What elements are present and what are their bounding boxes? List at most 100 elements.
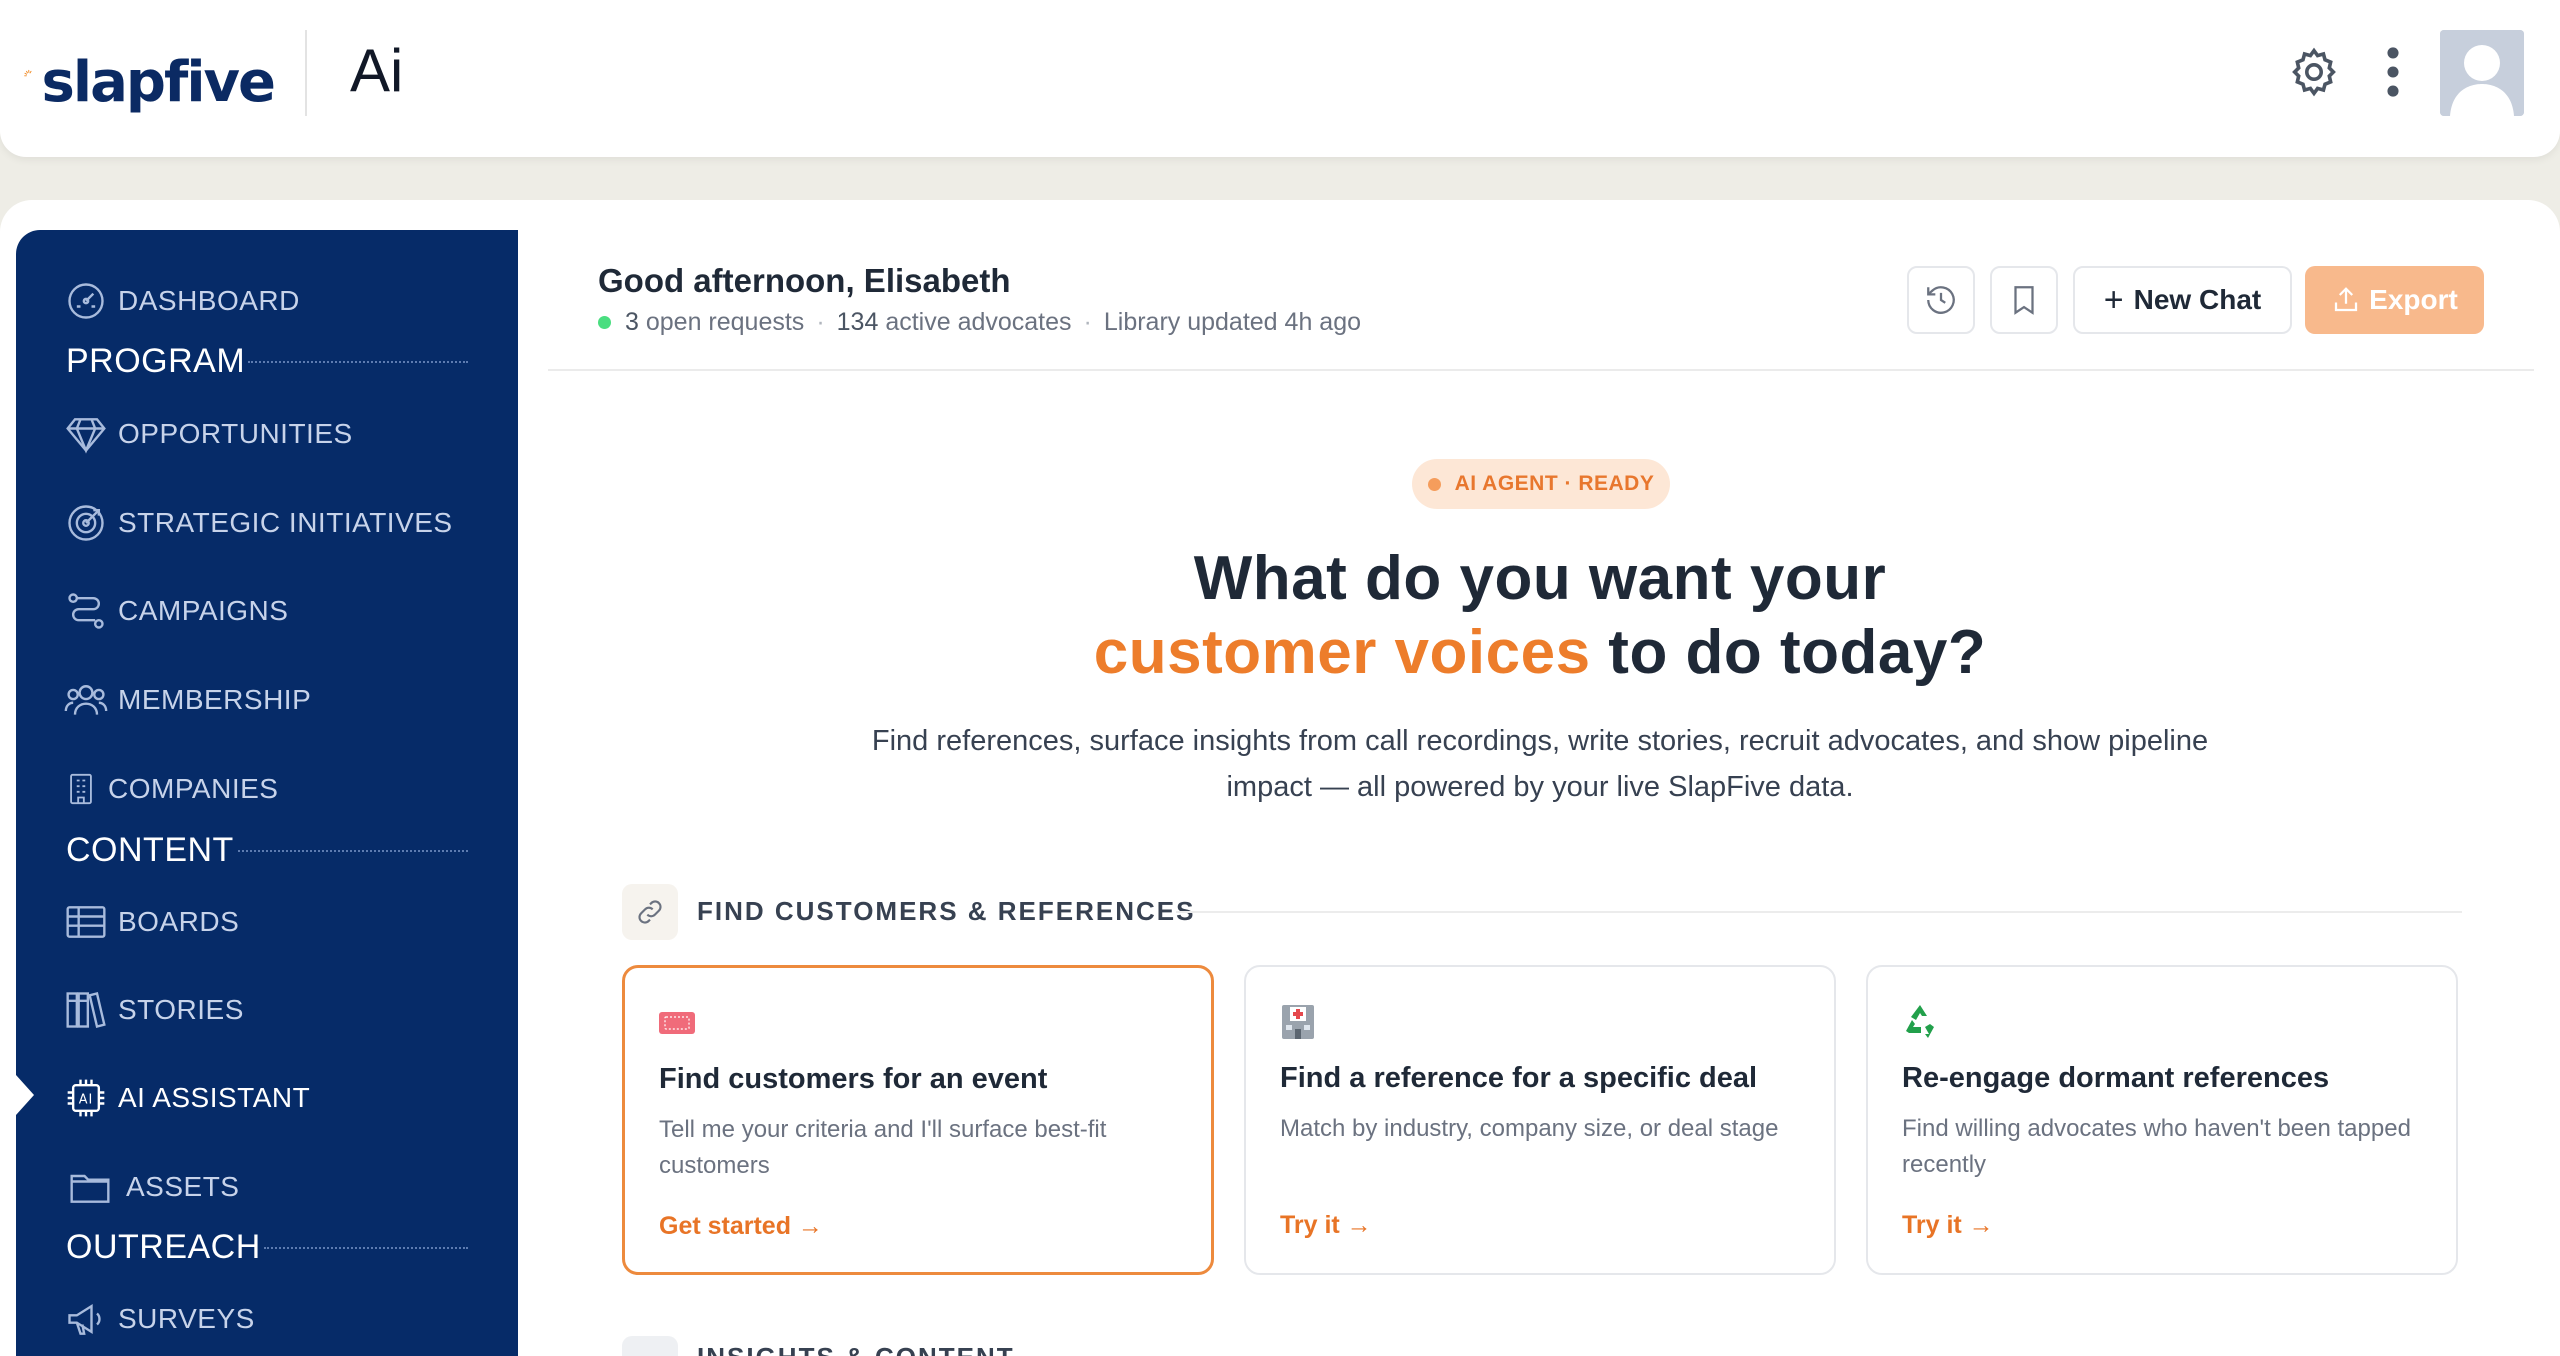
sidebar-item-dashboard[interactable]: DASHBOARD: [64, 273, 300, 329]
hero-title-line2: customer voices to do today?: [700, 616, 2380, 690]
sidebar-item-ai-assistant[interactable]: AI AI ASSISTANT: [64, 1070, 310, 1126]
section-title: FIND CUSTOMERS & REFERENCES: [697, 896, 1196, 926]
sidebar-item-label: CAMPAIGNS: [118, 595, 289, 626]
table-icon: [66, 906, 106, 938]
card-description: Find willing advocates who haven't been …: [1902, 1115, 2411, 1178]
sidebar-item-label: STRATEGIC INITIATIVES: [118, 507, 453, 538]
section-icon: [622, 884, 678, 940]
megaphone-icon: [68, 1304, 101, 1335]
card-title: Find a reference for a specific deal: [1280, 1062, 1758, 1094]
section-icon-insights: [622, 1336, 678, 1356]
card-cta[interactable]: Try it →: [1902, 1211, 1994, 1240]
sidebar-item-companies[interactable]: COMPANIES: [64, 761, 278, 817]
sidebar-item-strategic-initiatives[interactable]: STRATEGIC INITIATIVES: [64, 495, 453, 551]
badge-label: AI AGENT · READY: [1454, 472, 1655, 495]
route-icon: [68, 593, 104, 629]
hero-title-line1: What do you want your: [1193, 544, 1887, 613]
sidebar-item-label: ASSETS: [126, 1171, 240, 1202]
card-title: Re-engage dormant references: [1902, 1062, 2330, 1094]
section-divider: [1176, 911, 2462, 913]
status-dot: [1427, 477, 1441, 491]
ticket-icon: [659, 1012, 695, 1034]
ai-chip-icon: AI: [67, 1079, 105, 1117]
hero-title: What do you want your customer voices to…: [700, 542, 2380, 690]
diamond-icon: [66, 418, 106, 454]
new-chat-label: New Chat: [2133, 284, 2262, 315]
card-title: Find customers for an event: [659, 1063, 1048, 1095]
section-divider: [248, 361, 468, 363]
hospital-icon: [1282, 1005, 1314, 1039]
top-bar: slapfive Ai: [0, 0, 2560, 157]
header-divider: [548, 369, 2534, 371]
sidebar-item-label: BOARDS: [118, 906, 240, 937]
books-icon: [66, 992, 106, 1028]
sidebar-item-label: STORIES: [118, 994, 244, 1025]
card-description: Match by industry, company size, or deal…: [1280, 1115, 1779, 1142]
sidebar-item-campaigns[interactable]: CAMPAIGNS: [64, 583, 288, 639]
more-menu-icon[interactable]: [2378, 46, 2408, 98]
sidebar-item-label: SURVEYS: [118, 1303, 255, 1334]
open-requests-count: 3: [625, 308, 639, 336]
online-status-dot: [598, 316, 611, 329]
export-button[interactable]: Export: [2305, 266, 2484, 334]
meta-separator: ·: [816, 308, 825, 336]
active-advocates-label: active advocates: [885, 308, 1072, 336]
sunburst-icon: [24, 69, 32, 77]
users-icon: [64, 685, 108, 715]
export-label: Export: [2369, 284, 2458, 315]
hero-subtitle: Find references, surface insights from c…: [871, 725, 2209, 803]
meta-separator: ·: [1083, 308, 1092, 336]
new-chat-button[interactable]: + New Chat: [2073, 266, 2292, 334]
sidebar-item-label: COMPANIES: [108, 773, 279, 804]
history-icon: [1927, 286, 1955, 314]
logo-divider: [305, 30, 307, 116]
hero-title-accent: customer voices: [1093, 618, 1591, 687]
slapfive-logo[interactable]: slapfive: [24, 30, 276, 120]
sidebar-item-surveys[interactable]: SURVEYS: [64, 1291, 255, 1347]
user-avatar[interactable]: [2440, 30, 2524, 116]
library-updated: Library updated 4h ago: [1103, 308, 1362, 336]
app-title: Ai: [350, 37, 404, 104]
card-reengage-references[interactable]: Re-engage dormant references Find willin…: [1866, 965, 2458, 1275]
card-find-reference-deal[interactable]: Find a reference for a specific deal Mat…: [1244, 965, 1836, 1275]
sidebar-item-assets[interactable]: ASSETS: [64, 1159, 239, 1215]
sidebar-item-opportunities[interactable]: OPPORTUNITIES: [64, 406, 353, 462]
avatar-placeholder-icon: [2440, 30, 2524, 116]
sidebar-item-stories[interactable]: STORIES: [64, 982, 244, 1038]
open-requests-label: open requests: [645, 308, 805, 336]
link-icon: [638, 900, 662, 924]
recycle-icon: [1906, 1005, 1934, 1038]
sidebar: DASHBOARD PROGRAM OPPORTUNITIES STRATEGI…: [16, 230, 518, 1356]
target-icon: [68, 505, 104, 541]
sidebar-item-label: OPPORTUNITIES: [118, 418, 353, 449]
section-program: PROGRAM: [66, 341, 246, 380]
agent-status-badge: AI AGENT · READY: [1412, 459, 1670, 509]
dashboard-icon: [68, 283, 104, 319]
upload-icon: [2335, 287, 2358, 312]
card-description: Tell me your criteria and I'll surface b…: [659, 1116, 1107, 1179]
section-divider: [238, 850, 468, 852]
section-outreach: OUTREACH: [66, 1227, 261, 1266]
gear-icon[interactable]: [2287, 45, 2341, 99]
building-icon: [70, 773, 92, 805]
bookmark-icon: [2014, 286, 2034, 315]
section-title-insights: INSIGHTS & CONTENT: [697, 1342, 1015, 1356]
logo-text: slapfive: [41, 49, 276, 115]
section-divider: [264, 1247, 468, 1249]
history-button[interactable]: [1907, 266, 1975, 334]
greeting: Good afternoon, Elisabeth: [598, 262, 1011, 299]
bookmark-button[interactable]: [1990, 266, 2058, 334]
hero-title-rest: to do today?: [1590, 618, 1987, 687]
active-item-indicator: [16, 1075, 34, 1115]
card-find-customers-event[interactable]: Find customers for an event Tell me your…: [622, 965, 1214, 1275]
folder-icon: [70, 1174, 110, 1203]
sidebar-item-membership[interactable]: MEMBERSHIP: [64, 672, 311, 728]
sidebar-item-boards[interactable]: BOARDS: [64, 894, 239, 950]
card-cta[interactable]: Get started →: [659, 1212, 823, 1241]
svg-text:AI: AI: [79, 1093, 93, 1108]
section-content: CONTENT: [66, 830, 234, 869]
sidebar-item-label: DASHBOARD: [118, 285, 300, 316]
active-advocates-count: 134: [836, 308, 879, 336]
sidebar-item-label: AI ASSISTANT: [118, 1082, 311, 1113]
card-cta[interactable]: Try it →: [1280, 1211, 1372, 1240]
